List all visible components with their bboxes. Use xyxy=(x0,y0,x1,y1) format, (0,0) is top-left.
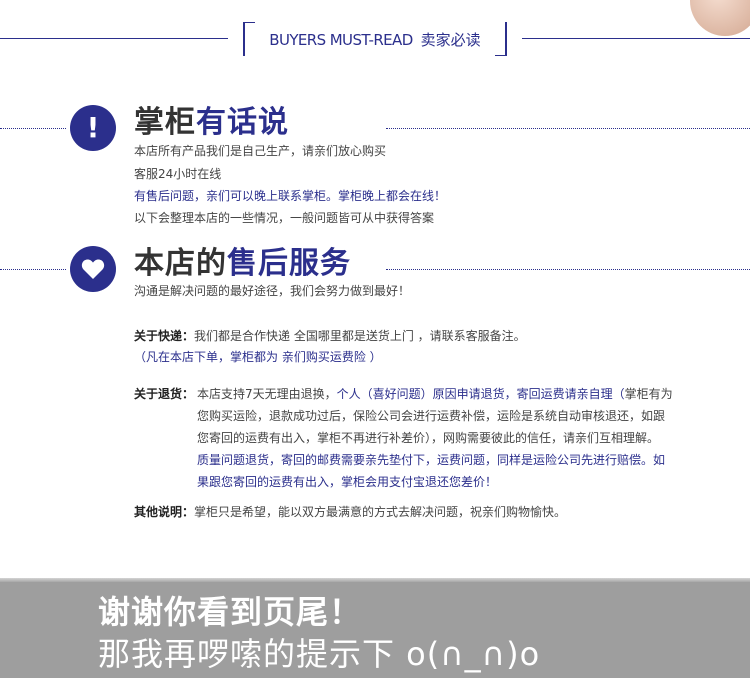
return-line-4: 质量问题退货，寄回的邮费需要亲先垫付下，运费问题，同样是运险公司先进行赔偿。如 xyxy=(197,453,666,467)
section1-line-3: 有售后问题，亲们可以晚上联系掌柜。掌柜晚上都会在线！ xyxy=(134,189,447,203)
banner-title-zh: 卖家必读 xyxy=(420,31,481,49)
return-line-2: 您购买运险，退款成功过后，保险公司会进行运费补偿，运险是系统自动审核退还，如跟 xyxy=(197,409,666,423)
section2-dotline-right xyxy=(386,269,750,270)
corner-decoration xyxy=(690,0,750,36)
section1-dotline-left xyxy=(0,128,66,129)
other-row: 其他说明：掌柜只是希望，能以双方最满意的方式去解决问题，祝亲们购物愉快。 xyxy=(134,501,566,523)
section1-line-4: 以下会整理本店的一些情况，一般问题皆可从中获得答案 xyxy=(134,211,435,225)
section2-title-blue: 售后服务 xyxy=(227,246,351,281)
footer-line-2: 那我再啰嗦的提示下 o(∩_∩)o xyxy=(98,635,541,673)
section1-title-blue: 有话说 xyxy=(196,105,289,140)
other-text: 掌柜只是希望，能以双方最满意的方式去解决问题，祝亲们购物愉快。 xyxy=(194,505,567,519)
exclamation-icon: ! xyxy=(70,105,116,151)
section1-title: 掌柜有话说 xyxy=(134,105,289,141)
return-label: 关于退货： xyxy=(134,387,195,401)
footer-banner: 谢谢你看到页尾！ 那我再啰嗦的提示下 o(∩_∩)o xyxy=(0,578,750,678)
express-label: 关于快递： xyxy=(134,329,195,343)
return-line-5: 果跟您寄回的运费有出入，掌柜会用支付宝退还您差价！ xyxy=(197,475,498,489)
express-note: （凡在本店下单，掌柜都为 亲们购买运费险 ） xyxy=(134,350,382,364)
banner-title-en: BUYERS MUST-READ xyxy=(269,31,413,49)
return-line-3: 您寄回的运费有出入，掌柜不再进行补差价），网购需要彼此的信任，请亲们互相理解。 xyxy=(197,431,660,445)
footer-top-strip xyxy=(0,578,750,582)
express-row: 关于快递：我们都是合作快递 全国哪里都是送货上门 ，请联系客服备注。 xyxy=(134,325,526,347)
section2-title-dark: 本店的 xyxy=(134,246,227,281)
buyers-must-read-banner: BUYERS MUST-READ 卖家必读 xyxy=(243,22,507,56)
other-label: 其他说明： xyxy=(134,505,195,519)
footer-line-1: 谢谢你看到页尾！ xyxy=(98,593,363,631)
heart-icon xyxy=(70,246,116,292)
section1-line-2: 客服24小时在线 xyxy=(134,167,222,181)
return-line-1-a: 本店支持7天无理由退换， xyxy=(197,387,337,401)
header-rule-left xyxy=(0,38,228,39)
express-text: 我们都是合作快递 全国哪里都是送货上门 ，请联系客服备注。 xyxy=(194,329,526,343)
return-line-1-b: 个人（喜好问题）原因申请退货，寄回运费请亲自理（ xyxy=(336,387,625,401)
return-line-1-c: 掌柜有为 xyxy=(624,387,673,401)
header-rule-right xyxy=(522,38,750,39)
section2-subtitle: 沟通是解决问题的最好途径，我们会努力做到最好！ xyxy=(134,284,411,298)
return-line-1: 本店支持7天无理由退换，个人（喜好问题）原因申请退货，寄回运费请亲自理（掌柜有为 xyxy=(197,383,673,405)
section2-dotline-left xyxy=(0,269,66,270)
section1-title-dark: 掌柜 xyxy=(134,105,196,140)
section1-dotline-right xyxy=(386,128,750,129)
section1-line-1: 本店所有产品我们是自己生产，请亲们放心购买 xyxy=(134,144,387,158)
section2-title: 本店的售后服务 xyxy=(134,246,351,282)
